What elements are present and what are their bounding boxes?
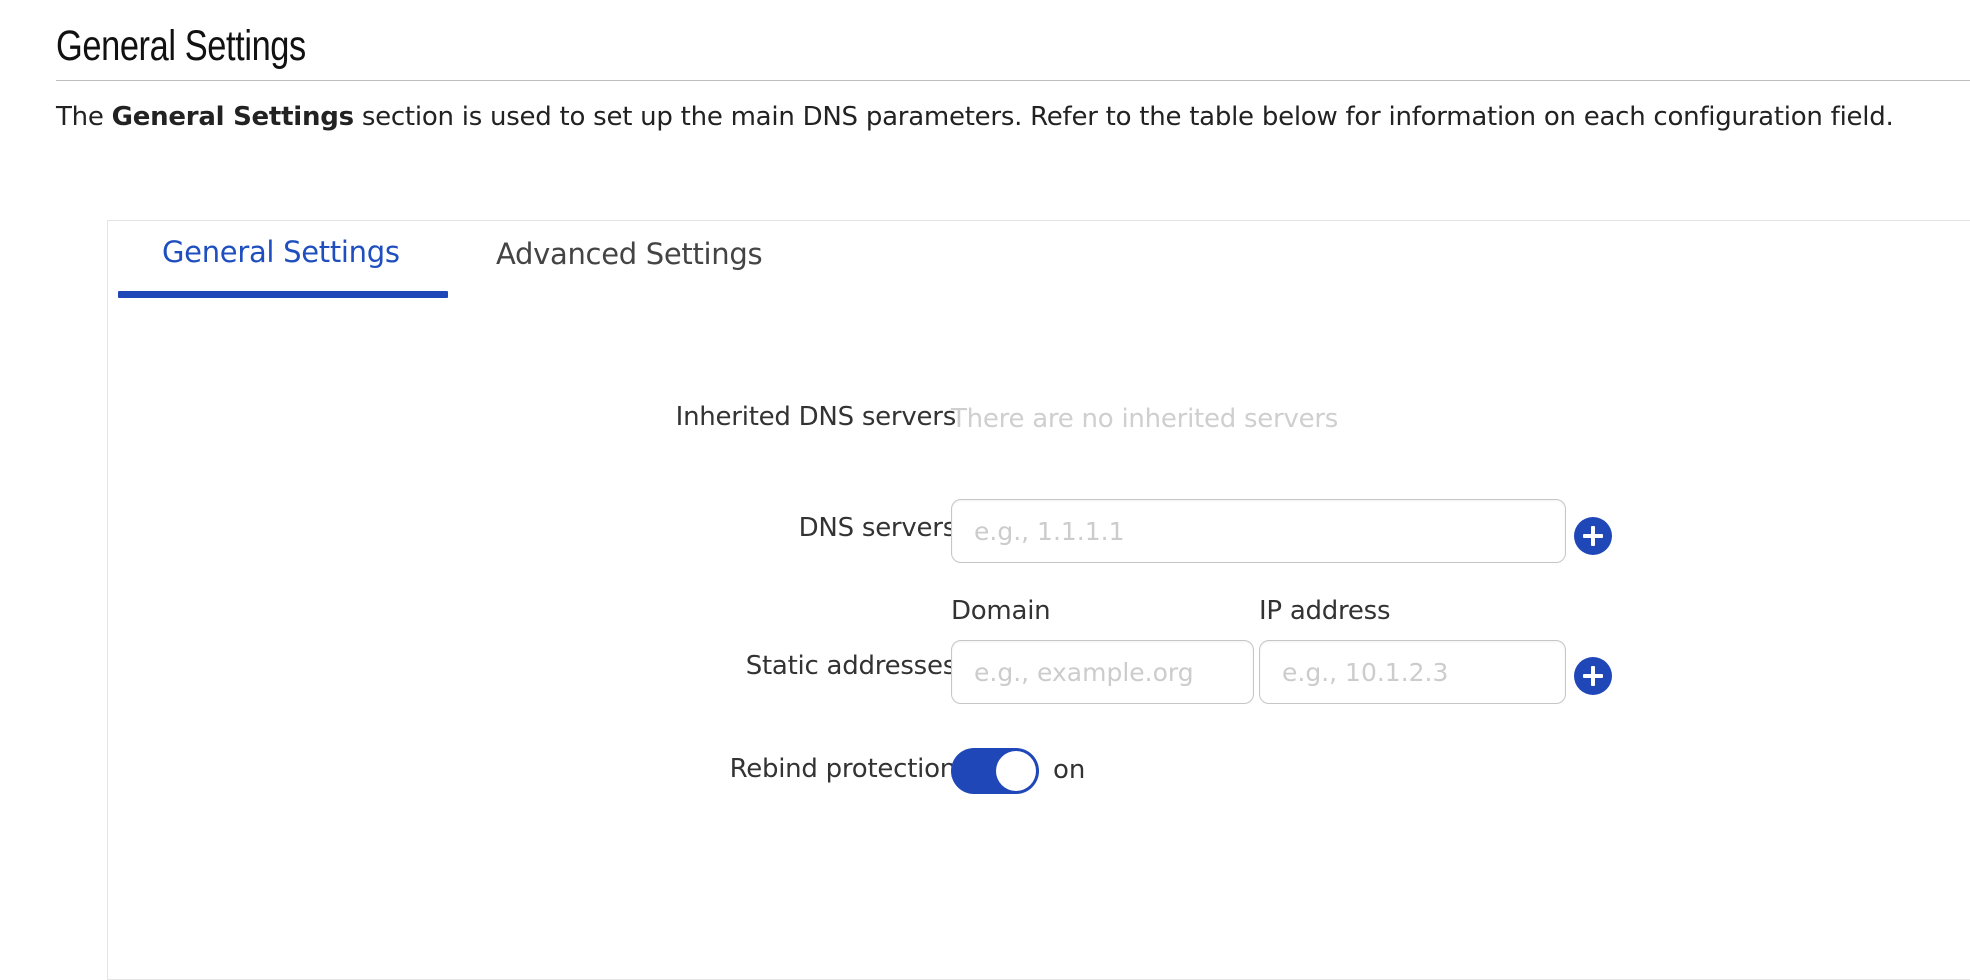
dns-settings-panel: General Settings Advanced Settings Inher… (107, 220, 1970, 980)
title-divider (56, 80, 1970, 81)
tab-advanced-settings[interactable]: Advanced Settings (496, 237, 763, 271)
ip-address-column-header: IP address (1259, 596, 1391, 626)
rebind-protection-toggle[interactable] (951, 748, 1039, 794)
add-dns-server-plus-icon[interactable] (1574, 517, 1612, 555)
intro-bold: General Settings (111, 102, 354, 132)
rebind-protection-label: Rebind protection (729, 754, 957, 784)
inherited-dns-value: There are no inherited servers (951, 404, 1339, 434)
active-tab-indicator (118, 291, 448, 298)
inherited-dns-label: Inherited DNS servers (675, 402, 957, 432)
tab-general-settings[interactable]: General Settings (162, 235, 400, 269)
intro-prefix: The (56, 102, 112, 132)
add-static-address-plus-icon[interactable] (1574, 657, 1612, 695)
intro-text: The General Settings section is used to … (56, 102, 1894, 132)
toggle-knob (996, 751, 1036, 791)
page-title: General Settings (56, 22, 306, 70)
dns-servers-input[interactable] (951, 499, 1566, 563)
intro-suffix: section is used to set up the main DNS p… (353, 102, 1894, 132)
rebind-protection-state: on (1053, 755, 1086, 785)
static-addresses-label: Static addresses (745, 651, 957, 681)
domain-column-header: Domain (951, 596, 1051, 626)
dns-servers-label: DNS servers (798, 513, 957, 543)
static-domain-input[interactable] (951, 640, 1254, 704)
static-ip-input[interactable] (1259, 640, 1566, 704)
